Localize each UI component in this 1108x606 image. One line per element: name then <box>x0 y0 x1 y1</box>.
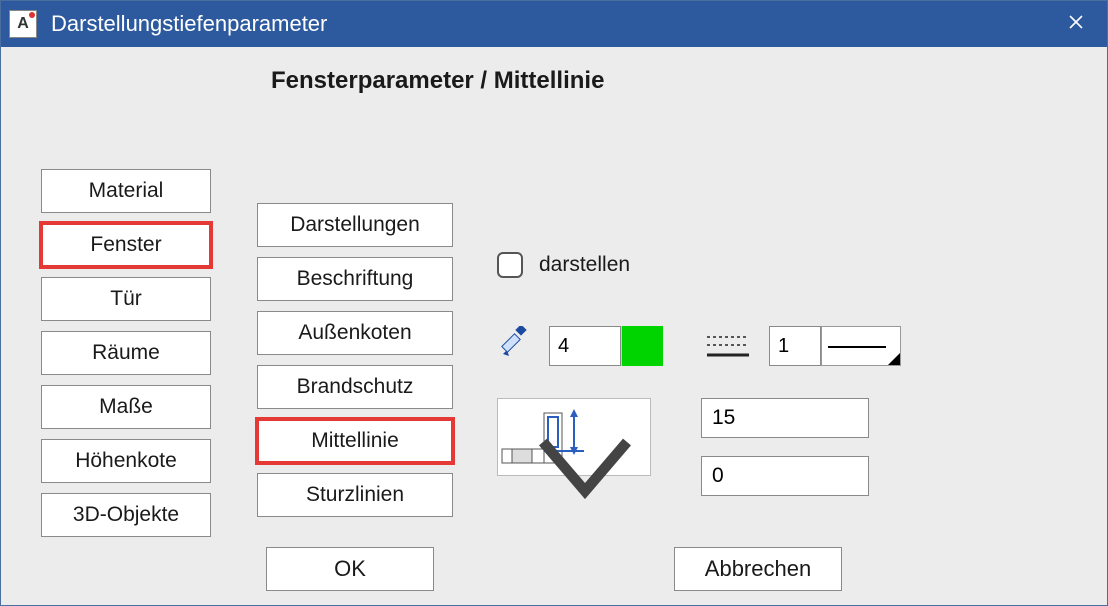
linestyle-preview[interactable] <box>821 326 901 366</box>
subcategory-column: Darstellungen Beschriftung Außenkoten Brand… <box>257 203 453 517</box>
cancel-button[interactable]: Abbrechen <box>674 547 842 591</box>
category-column: Material Fenster Tür Räume Maße Höhenkote 3D-O… <box>41 169 211 537</box>
subcategory-button-beschriftung[interactable]: Beschriftung <box>257 257 453 301</box>
category-button-r-ume[interactable]: Räume <box>41 331 211 375</box>
subcategory-button-au-enkoten[interactable]: Außenkoten <box>257 311 453 355</box>
darstellen-row: darstellen <box>497 252 1047 278</box>
close-button[interactable] <box>1049 1 1103 47</box>
category-button-material[interactable]: Material <box>41 169 211 213</box>
pen-color-swatch[interactable] <box>621 326 663 366</box>
offset-row <box>497 398 1047 496</box>
category-button-t-r[interactable]: Tür <box>41 277 211 321</box>
category-button-fenster[interactable]: Fenster <box>41 223 211 267</box>
window-title: Darstellungstiefenparameter <box>51 11 1049 37</box>
category-button-3d-objekte[interactable]: 3D-Objekte <box>41 493 211 537</box>
dialog-content: Fensterparameter / Mittellinie Material F… <box>1 47 1107 605</box>
linetype-icon <box>705 331 751 361</box>
offset-inputs <box>701 398 869 496</box>
ok-button[interactable]: OK <box>266 547 434 591</box>
offset-a-input[interactable] <box>701 398 869 438</box>
subcategory-button-darstellungen[interactable]: Darstellungen <box>257 203 453 247</box>
offset-b-input[interactable] <box>701 456 869 496</box>
subcategory-button-brandschutz[interactable]: Brandschutz <box>257 365 453 409</box>
app-icon: A <box>9 10 37 38</box>
titlebar: A Darstellungstiefenparameter <box>1 1 1107 47</box>
darstellen-label: darstellen <box>539 253 630 277</box>
dialog-window: A Darstellungstiefenparameter Fensterpar… <box>0 0 1108 606</box>
category-button-h-henkote[interactable]: Höhenkote <box>41 439 211 483</box>
pen-icon <box>497 326 531 366</box>
linetype-number-input[interactable] <box>769 326 821 366</box>
darstellen-checkbox[interactable] <box>497 252 523 278</box>
center-mode-dropdown[interactable] <box>497 398 651 476</box>
close-icon <box>1068 14 1084 35</box>
dialog-footer: OK Abbrechen <box>1 547 1107 591</box>
page-title: Fensterparameter / Mittellinie <box>1 47 1107 95</box>
pen-row <box>497 326 1047 366</box>
subcategory-button-mittellinie[interactable]: Mittellinie <box>257 419 453 463</box>
subcategory-button-sturzlinien[interactable]: Sturzlinien <box>257 473 453 517</box>
category-button-ma-e[interactable]: Maße <box>41 385 211 429</box>
settings-area: darstellen <box>497 252 1047 496</box>
pen-number-input[interactable] <box>549 326 621 366</box>
chevron-down-icon <box>530 435 640 511</box>
